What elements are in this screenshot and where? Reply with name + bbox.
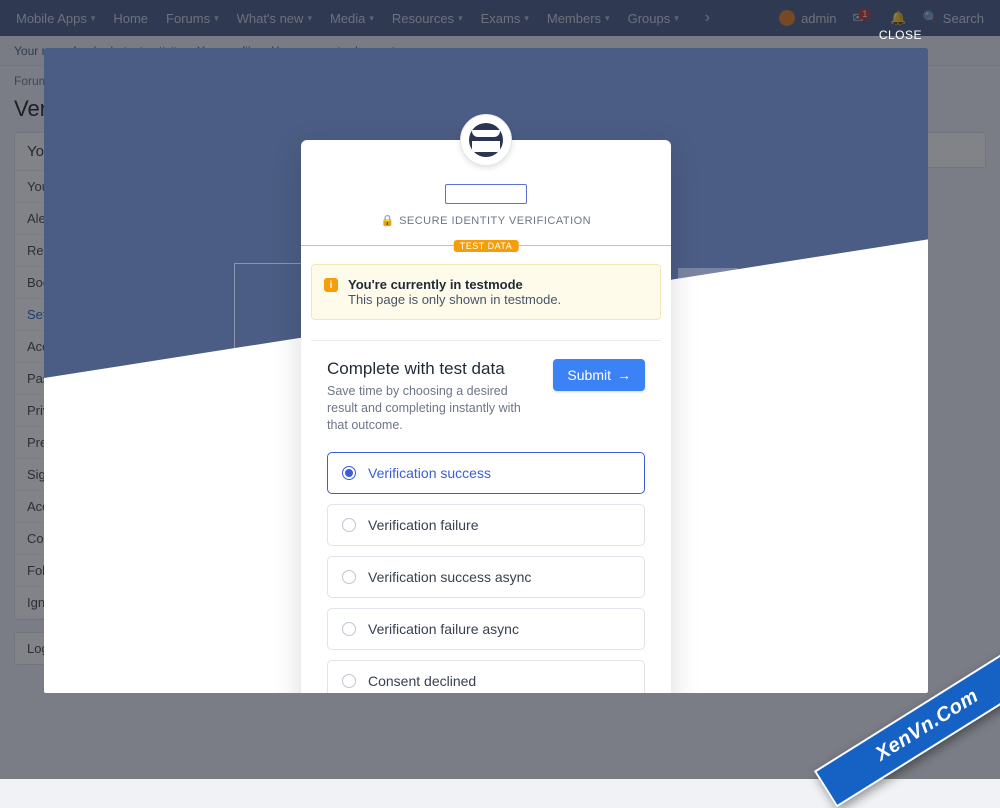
secure-text: SECURE IDENTITY VERIFICATION	[399, 215, 591, 227]
option-consent-declined[interactable]: Consent declined	[327, 660, 645, 693]
info-icon: i	[324, 278, 338, 292]
hero-decoration	[678, 268, 738, 338]
notice-title: You're currently in testmode	[348, 277, 561, 292]
option-label: Verification success async	[368, 569, 531, 585]
option-label: Verification failure	[368, 517, 479, 533]
secure-line: 🔒 SECURE IDENTITY VERIFICATION	[301, 204, 671, 245]
section-desc: Save time by choosing a desired result a…	[327, 383, 537, 434]
testmode-divider: TEST DATA	[301, 245, 671, 246]
radio-icon	[342, 518, 356, 532]
option-label: Verification failure async	[368, 621, 519, 637]
arrow-right-icon: →	[617, 367, 631, 383]
radio-icon	[342, 622, 356, 636]
submit-button[interactable]: Submit →	[553, 359, 645, 391]
options-list: Verification success Verification failur…	[311, 452, 661, 693]
brand-frame	[301, 184, 671, 204]
option-success-async[interactable]: Verification success async	[327, 556, 645, 598]
option-success[interactable]: Verification success	[327, 452, 645, 494]
verification-card: 🔒SECURE IDENTITY VERIFICATION TEST DATA …	[301, 140, 671, 693]
testmode-notice: i You're currently in testmode This page…	[311, 264, 661, 320]
notice-body: This page is only shown in testmode.	[348, 292, 561, 307]
brand-placeholder	[445, 184, 527, 204]
submit-label: Submit	[567, 367, 611, 383]
lock-icon: 🔒	[381, 215, 395, 227]
merchant-logo-wrap	[460, 114, 512, 166]
testmode-badge: TEST DATA	[454, 240, 519, 252]
option-failure[interactable]: Verification failure	[327, 504, 645, 546]
modal: 🔒SECURE IDENTITY VERIFICATION TEST DATA …	[44, 48, 928, 693]
option-label: Verification success	[368, 465, 491, 481]
close-button[interactable]: CLOSE	[879, 28, 922, 42]
radio-icon	[342, 674, 356, 688]
merchant-logo-icon	[469, 123, 503, 157]
option-label: Consent declined	[368, 673, 476, 689]
section-title: Complete with test data	[327, 359, 537, 379]
radio-icon	[342, 570, 356, 584]
radio-icon	[342, 466, 356, 480]
option-failure-async[interactable]: Verification failure async	[327, 608, 645, 650]
complete-section: Complete with test data Save time by cho…	[311, 340, 661, 434]
